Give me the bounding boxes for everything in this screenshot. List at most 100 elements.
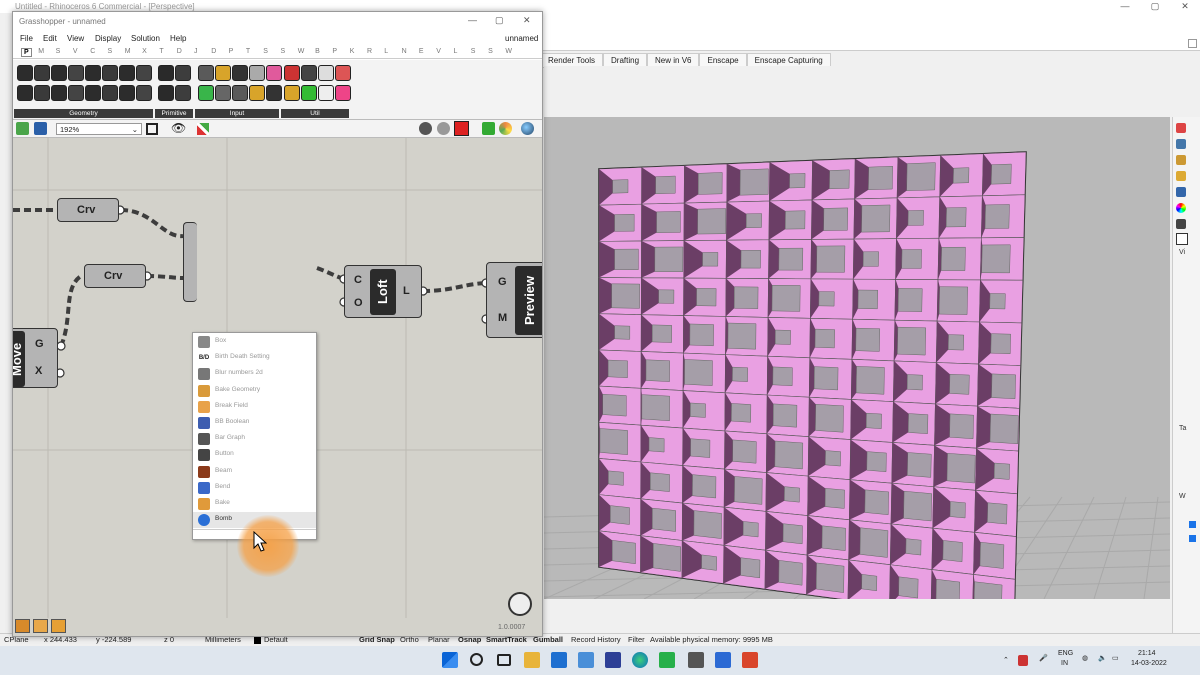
geometry-icon-9[interactable] bbox=[34, 85, 50, 101]
input-icon-7[interactable] bbox=[232, 85, 248, 101]
eye-icon[interactable]: 👁 bbox=[171, 122, 186, 134]
gh-tab-3[interactable]: V bbox=[73, 48, 78, 55]
popup-item[interactable]: Break Field bbox=[193, 399, 316, 415]
menu-solution[interactable]: Solution bbox=[131, 34, 160, 43]
popup-item[interactable]: Bar Graph bbox=[193, 431, 316, 447]
recorder-icon[interactable] bbox=[742, 652, 758, 668]
input-icon-9[interactable] bbox=[266, 85, 282, 101]
popup-item[interactable]: Bend bbox=[193, 480, 316, 496]
util-icon-1[interactable] bbox=[301, 65, 317, 81]
primitive-icon-2[interactable] bbox=[158, 85, 174, 101]
input-icon-8[interactable] bbox=[249, 85, 265, 101]
minimize-button[interactable]: — bbox=[1110, 0, 1140, 13]
gh-tab-17[interactable]: B bbox=[315, 48, 320, 55]
chevron-up-icon[interactable]: ⌃ bbox=[1003, 656, 1009, 664]
geometry-icon-6[interactable] bbox=[119, 65, 135, 81]
gh-tab-18[interactable]: P bbox=[332, 48, 337, 55]
status-record-history[interactable]: Record History bbox=[571, 634, 621, 646]
panel-checkbox-1[interactable] bbox=[1189, 521, 1196, 528]
popup-item[interactable]: BB Boolean bbox=[193, 415, 316, 431]
popup-item[interactable]: Beam bbox=[193, 464, 316, 480]
geometry-icon-5[interactable] bbox=[102, 65, 118, 81]
bottom-tool-3-icon[interactable] bbox=[51, 619, 66, 633]
input-icon-0[interactable] bbox=[198, 65, 214, 81]
move-component[interactable]: Move G X bbox=[13, 328, 58, 388]
command-scroll[interactable] bbox=[1188, 39, 1197, 48]
teams-icon[interactable] bbox=[605, 652, 621, 668]
store-icon[interactable] bbox=[578, 652, 594, 668]
geometry-icon-15[interactable] bbox=[136, 85, 152, 101]
primitive-icon-1[interactable] bbox=[175, 65, 191, 81]
gh-tab-22[interactable]: N bbox=[402, 48, 407, 55]
gh-tab-10[interactable]: J bbox=[194, 48, 198, 55]
shaded-preview-icon[interactable] bbox=[454, 121, 469, 136]
bottom-tool-1-icon[interactable] bbox=[15, 619, 30, 633]
gh-maximize-button[interactable]: ▢ bbox=[495, 15, 504, 26]
viewport-icon[interactable] bbox=[1176, 233, 1188, 245]
close-button[interactable]: ✕ bbox=[1170, 0, 1200, 13]
gh-tab-25[interactable]: L bbox=[454, 48, 458, 55]
crv-component-2[interactable]: Crv bbox=[84, 264, 146, 288]
util-icon-6[interactable] bbox=[318, 85, 334, 101]
gh-tab-28[interactable]: W bbox=[505, 48, 512, 55]
display-color-icon[interactable] bbox=[499, 122, 512, 135]
edge-icon[interactable] bbox=[632, 652, 648, 668]
util-icon-5[interactable] bbox=[301, 85, 317, 101]
geometry-icon-10[interactable] bbox=[51, 85, 67, 101]
zoom-extents-icon[interactable] bbox=[146, 123, 158, 135]
primitive-icon-3[interactable] bbox=[175, 85, 191, 101]
battery-icon[interactable]: ▭ bbox=[1112, 654, 1119, 662]
preview-component[interactable]: G M Preview bbox=[486, 262, 542, 338]
gh-tab-13[interactable]: T bbox=[246, 48, 250, 55]
task-view-icon[interactable] bbox=[497, 654, 511, 666]
display-icon[interactable] bbox=[1176, 155, 1186, 165]
mail-icon[interactable] bbox=[551, 652, 567, 668]
word-icon[interactable] bbox=[715, 652, 731, 668]
camera-icon[interactable] bbox=[1176, 219, 1186, 229]
rhino-icon[interactable] bbox=[688, 652, 704, 668]
gh-tab-1[interactable]: M bbox=[38, 48, 44, 55]
menu-help[interactable]: Help bbox=[170, 34, 186, 43]
gh-tab-2[interactable]: S bbox=[56, 48, 61, 55]
gh-tab-23[interactable]: E bbox=[419, 48, 424, 55]
util-icon-3[interactable] bbox=[335, 65, 351, 81]
lang-bottom[interactable]: IN bbox=[1061, 660, 1068, 667]
geometry-icon-3[interactable] bbox=[68, 65, 84, 81]
geometry-icon-14[interactable] bbox=[119, 85, 135, 101]
zoom-select[interactable]: 192% ⌄ bbox=[56, 123, 142, 135]
util-icon-4[interactable] bbox=[284, 85, 300, 101]
gh-tab-20[interactable]: R bbox=[367, 48, 372, 55]
input-icon-6[interactable] bbox=[215, 85, 231, 101]
input-icon-5[interactable] bbox=[198, 85, 214, 101]
loft-component[interactable]: C O Loft L bbox=[344, 265, 422, 318]
security-icon[interactable] bbox=[1018, 655, 1028, 666]
menu-file[interactable]: File bbox=[20, 34, 33, 43]
gh-close-button[interactable]: ✕ bbox=[523, 15, 531, 26]
gh-tab-9[interactable]: D bbox=[177, 48, 182, 55]
gh-tab-0[interactable]: P bbox=[21, 48, 32, 57]
clock-time[interactable]: 21:14 bbox=[1138, 650, 1156, 657]
geometry-icon-13[interactable] bbox=[102, 85, 118, 101]
gh-tab-21[interactable]: L bbox=[384, 48, 388, 55]
layers-icon[interactable] bbox=[1176, 139, 1186, 149]
wireframe-icon[interactable] bbox=[437, 122, 450, 135]
geometry-icon-2[interactable] bbox=[51, 65, 67, 81]
popup-item[interactable]: Button bbox=[193, 447, 316, 463]
menu-display[interactable]: Display bbox=[95, 34, 121, 43]
navigation-compass-icon[interactable] bbox=[508, 592, 532, 616]
util-icon-7[interactable] bbox=[335, 85, 351, 101]
monitor-icon[interactable] bbox=[1176, 187, 1186, 197]
util-icon-2[interactable] bbox=[318, 65, 334, 81]
gh-tab-19[interactable]: K bbox=[350, 48, 355, 55]
start-icon[interactable] bbox=[442, 652, 458, 668]
menu-view[interactable]: View bbox=[67, 34, 84, 43]
folder-icon[interactable] bbox=[1176, 171, 1186, 181]
sketch-icon[interactable] bbox=[197, 123, 209, 135]
color-wheel-icon[interactable] bbox=[1176, 203, 1186, 213]
properties-icon[interactable] bbox=[1176, 123, 1186, 133]
gh-tab-24[interactable]: V bbox=[436, 48, 441, 55]
hidden-component[interactable] bbox=[183, 222, 197, 302]
lang-top[interactable]: ENG bbox=[1058, 650, 1073, 657]
panel-checkbox-2[interactable] bbox=[1189, 535, 1196, 542]
mic-icon[interactable]: 🎤 bbox=[1039, 654, 1048, 662]
